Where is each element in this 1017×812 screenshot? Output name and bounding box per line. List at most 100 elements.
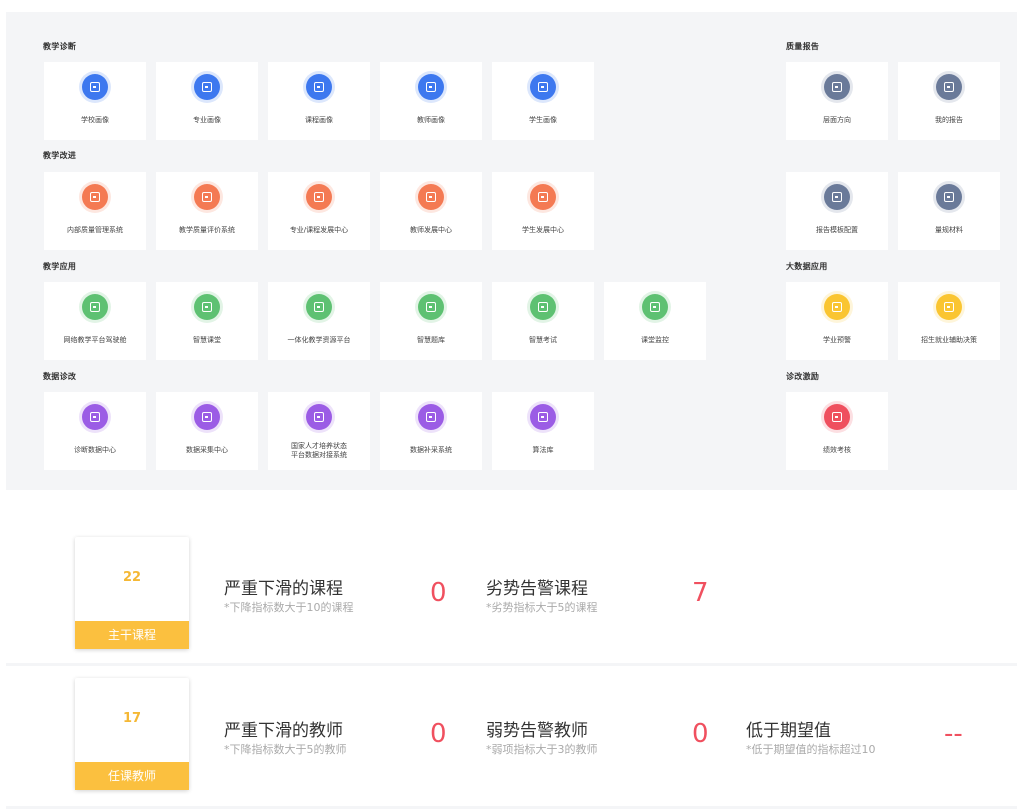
major-icon bbox=[191, 71, 223, 103]
tile-student-development[interactable]: 学生发展中心 bbox=[492, 172, 594, 250]
material-icon bbox=[933, 181, 965, 213]
tile-teaching-cockpit[interactable]: 网络教学平台驾驶舱 bbox=[44, 282, 146, 360]
tile-school-portrait[interactable]: 学校画像 bbox=[44, 62, 146, 140]
metric-title-declining-teachers: 严重下滑的教师 bbox=[224, 721, 343, 741]
section-title-incentive: 诊改激励 bbox=[786, 372, 820, 381]
tile-label: 智慧题库 bbox=[417, 336, 445, 344]
tile-label: 课程画像 bbox=[305, 116, 333, 124]
metric-value-declining-courses[interactable]: 0 bbox=[430, 578, 447, 608]
development-icon bbox=[303, 181, 335, 213]
teacher-development-icon bbox=[415, 181, 447, 213]
algorithm-icon bbox=[527, 401, 559, 433]
metric-value-below-expectation[interactable]: -- bbox=[944, 719, 963, 749]
tile-national-data-interface[interactable]: 国家人才培养状态 平台数据对接系统 bbox=[268, 392, 370, 470]
tile-teacher-development[interactable]: 教师发展中心 bbox=[380, 172, 482, 250]
tile-diagnosis-data-center[interactable]: 诊断数据中心 bbox=[44, 392, 146, 470]
tile-quality-evaluation[interactable]: 教学质量评价系统 bbox=[156, 172, 258, 250]
tile-label: 智慧考试 bbox=[529, 336, 557, 344]
tile-label: 数据补采系统 bbox=[410, 446, 452, 454]
section-title-application: 教学应用 bbox=[43, 262, 77, 271]
course-count-card[interactable]: 22 主干课程 bbox=[75, 537, 189, 649]
metric-title-warning-courses: 劣势告警课程 bbox=[486, 579, 588, 599]
school-icon bbox=[79, 71, 111, 103]
course-badge: 主干课程 bbox=[75, 621, 189, 649]
resource-platform-icon bbox=[303, 291, 335, 323]
tile-major-portrait[interactable]: 专业画像 bbox=[156, 62, 258, 140]
exam-icon bbox=[527, 291, 559, 323]
evaluation-icon bbox=[191, 181, 223, 213]
data-collection-icon bbox=[191, 401, 223, 433]
section-title-quality-report: 质量报告 bbox=[786, 42, 820, 51]
tile-label: 层面方向 bbox=[823, 116, 851, 124]
tile-major-course-development[interactable]: 专业/课程发展中心 bbox=[268, 172, 370, 250]
tile-report-template[interactable]: 报告模板配置 bbox=[786, 172, 888, 250]
performance-icon bbox=[821, 401, 853, 433]
tile-student-portrait[interactable]: 学生画像 bbox=[492, 62, 594, 140]
tile-label: 教学质量评价系统 bbox=[179, 226, 235, 234]
teacher-count-card[interactable]: 17 任课教师 bbox=[75, 678, 189, 790]
tile-material[interactable]: 量规材料 bbox=[898, 172, 1000, 250]
section-title-diagnosis: 教学诊断 bbox=[43, 42, 77, 51]
data-supplement-icon bbox=[415, 401, 447, 433]
tile-label: 课堂监控 bbox=[641, 336, 669, 344]
tile-label: 学生画像 bbox=[529, 116, 557, 124]
metric-value-warning-courses[interactable]: 7 bbox=[692, 578, 709, 608]
tile-label: 网络教学平台驾驶舱 bbox=[63, 336, 127, 344]
metric-title-weak-teachers: 弱势告警教师 bbox=[486, 721, 588, 741]
template-icon bbox=[821, 181, 853, 213]
data-interface-icon bbox=[303, 401, 335, 433]
tile-label: 学生发展中心 bbox=[522, 226, 564, 234]
teacher-badge: 任课教师 bbox=[75, 762, 189, 790]
tile-quality-management[interactable]: 内部质量管理系统 bbox=[44, 172, 146, 250]
dashboard: 教学诊断 教学改进 教学应用 数据诊改 质量报告 大数据应用 诊改激励 学校画像… bbox=[0, 0, 1017, 812]
metric-title-declining-courses: 严重下滑的课程 bbox=[224, 579, 343, 599]
tile-academic-warning[interactable]: 学业预警 bbox=[786, 282, 888, 360]
tile-label: 智慧课堂 bbox=[193, 336, 221, 344]
tile-data-collection[interactable]: 数据采集中心 bbox=[156, 392, 258, 470]
tile-performance-assessment[interactable]: 绩效考核 bbox=[786, 392, 888, 470]
data-center-icon bbox=[79, 401, 111, 433]
metric-value-weak-teachers[interactable]: 0 bbox=[692, 719, 709, 749]
tile-label: 专业画像 bbox=[193, 116, 221, 124]
tile-label: 数据采集中心 bbox=[186, 446, 228, 454]
student-development-icon bbox=[527, 181, 559, 213]
tile-label: 报告模板配置 bbox=[816, 226, 858, 234]
section-title-improvement: 教学改进 bbox=[43, 151, 77, 160]
decision-icon bbox=[933, 291, 965, 323]
tile-data-supplement[interactable]: 数据补采系统 bbox=[380, 392, 482, 470]
teacher-icon bbox=[415, 71, 447, 103]
tile-label: 教师画像 bbox=[417, 116, 445, 124]
metric-sub-declining-courses: *下降指标数大于10的课程 bbox=[224, 601, 354, 614]
question-bank-icon bbox=[415, 291, 447, 323]
row-divider bbox=[6, 663, 1017, 666]
tile-class-monitor[interactable]: 课堂监控 bbox=[604, 282, 706, 360]
tile-algorithm-library[interactable]: 算法库 bbox=[492, 392, 594, 470]
tile-label: 专业/课程发展中心 bbox=[289, 226, 349, 234]
tile-label-line2: 平台数据对接系统 bbox=[291, 451, 347, 459]
course-count: 22 bbox=[122, 570, 142, 585]
tile-layer-direction[interactable]: 层面方向 bbox=[786, 62, 888, 140]
tile-resource-platform[interactable]: 一体化教学资源平台 bbox=[268, 282, 370, 360]
tile-course-portrait[interactable]: 课程画像 bbox=[268, 62, 370, 140]
warning-icon bbox=[821, 291, 853, 323]
metric-title-below-expectation: 低于期望值 bbox=[746, 721, 831, 741]
tile-label-line1: 国家人才培养状态 bbox=[291, 442, 347, 450]
tile-label: 教师发展中心 bbox=[410, 226, 452, 234]
monitor-icon bbox=[639, 291, 671, 323]
tile-label: 学业预警 bbox=[823, 336, 851, 344]
tile-my-report[interactable]: 我的报告 bbox=[898, 62, 1000, 140]
tile-question-bank[interactable]: 智慧题库 bbox=[380, 282, 482, 360]
tile-teacher-portrait[interactable]: 教师画像 bbox=[380, 62, 482, 140]
section-title-data-diagnosis: 数据诊改 bbox=[43, 372, 77, 381]
quality-system-icon bbox=[79, 181, 111, 213]
layer-icon bbox=[821, 71, 853, 103]
metric-value-declining-teachers[interactable]: 0 bbox=[430, 719, 447, 749]
tile-label: 招生就业辅助决策 bbox=[921, 336, 977, 344]
metric-sub-warning-courses: *劣势指标大于5的课程 bbox=[486, 601, 598, 614]
tile-smart-class[interactable]: 智慧课堂 bbox=[156, 282, 258, 360]
bottom-divider bbox=[6, 806, 1017, 809]
tile-label: 算法库 bbox=[532, 446, 554, 454]
tile-label: 量规材料 bbox=[935, 226, 963, 234]
tile-smart-exam[interactable]: 智慧考试 bbox=[492, 282, 594, 360]
tile-enrollment-decision[interactable]: 招生就业辅助决策 bbox=[898, 282, 1000, 360]
